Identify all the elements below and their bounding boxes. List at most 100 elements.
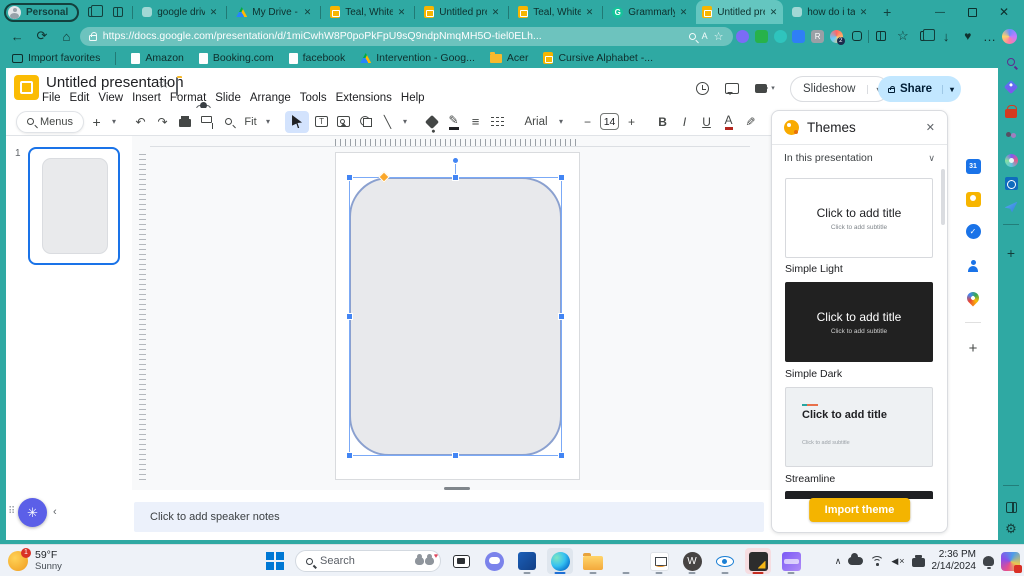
contacts-icon[interactable] — [965, 257, 981, 273]
volume-muted-icon[interactable]: ◀ × — [891, 556, 904, 567]
resize-handle-nw[interactable] — [346, 174, 353, 181]
resize-handle-se[interactable] — [558, 452, 565, 459]
comments-icon[interactable] — [722, 78, 742, 98]
notification-bell-icon[interactable] — [983, 556, 994, 569]
eye-app-button[interactable] — [712, 548, 738, 574]
taskbar-search[interactable]: Search ♥ — [295, 550, 441, 572]
favorites-icon[interactable]: ☆ — [893, 26, 913, 46]
new-tab-button[interactable]: + — [876, 2, 898, 22]
resize-handle-ne[interactable] — [558, 174, 565, 181]
version-history-icon[interactable] — [692, 78, 712, 98]
keep-icon[interactable] — [965, 191, 981, 207]
menu-extensions[interactable]: Extensions — [336, 92, 392, 104]
resize-handle-s[interactable] — [452, 452, 459, 459]
bookmark-amazon[interactable]: Amazon — [131, 52, 184, 64]
menu-file[interactable]: File — [42, 92, 61, 104]
insert-shape-button[interactable] — [356, 111, 375, 133]
tab-google-drive[interactable]: google drive - ✕ — [136, 0, 223, 24]
start-button[interactable] — [262, 548, 288, 574]
bookmark-facebook[interactable]: facebook — [288, 52, 345, 64]
home-icon[interactable]: ⌂ — [55, 26, 78, 46]
resize-handle-sw[interactable] — [346, 452, 353, 459]
address-bar[interactable]: https://docs.google.com/presentation/d/1… — [79, 26, 733, 46]
device-printer-icon[interactable] — [911, 554, 925, 567]
insert-image-button[interactable] — [334, 111, 353, 133]
bookmark-cursive-alphabet[interactable]: Cursive Alphabet -... — [543, 52, 653, 64]
slide-canvas[interactable] — [132, 136, 771, 490]
sidebar-drop-icon[interactable] — [1002, 198, 1020, 216]
decrease-font-button[interactable]: − — [578, 111, 597, 133]
workspaces-icon[interactable] — [82, 2, 104, 22]
read-aloud-icon[interactable]: A — [702, 31, 708, 41]
sidebar-basket-icon[interactable] — [1002, 103, 1020, 121]
window-close-button[interactable]: ✕ — [988, 0, 1020, 24]
zoom-dropdown-icon[interactable]: ▾ — [263, 111, 273, 133]
line-dropdown-icon[interactable]: ▾ — [400, 111, 410, 133]
sidebar-shopping-tag-icon[interactable] — [1002, 78, 1020, 96]
share-dropdown-icon[interactable]: ▾ — [941, 84, 961, 94]
speaker-notes-input[interactable]: Click to add speaker notes — [134, 502, 764, 532]
sidebar-outlook-icon[interactable] — [1002, 174, 1020, 192]
tab-close-icon[interactable]: ✕ — [680, 7, 688, 18]
text-box-button[interactable]: T — [312, 111, 331, 133]
extension-icon-r[interactable]: R — [809, 27, 826, 45]
theme-card-simple-light[interactable]: Click to add title Click to add subtitle — [785, 178, 933, 258]
import-favorites-button[interactable]: Import favorites — [12, 52, 100, 64]
bookmark-intervention[interactable]: Intervention - Goog... — [360, 52, 475, 64]
italic-button[interactable]: I — [675, 111, 694, 133]
theme-card-simple-dark[interactable]: Click to add title Click to add subtitle — [785, 282, 933, 362]
settings-more-icon[interactable]: … — [980, 26, 1000, 46]
back-icon[interactable]: ← — [6, 26, 29, 46]
tab-close-icon[interactable]: ✕ — [770, 7, 778, 18]
tab-untitled-1[interactable]: Untitled prese ✕ — [418, 0, 505, 24]
resize-handle-n[interactable] — [452, 174, 459, 181]
text-color-button[interactable]: A — [719, 111, 738, 133]
tab-grammarly[interactable]: G Grammarly ✕ — [606, 0, 693, 24]
slide-thumbnail-1[interactable] — [28, 147, 120, 265]
search-in-page-icon[interactable] — [688, 32, 696, 40]
add-slide-dropdown-icon[interactable]: ▾ — [109, 111, 119, 133]
resize-handle-e[interactable] — [558, 313, 565, 320]
downloads-icon[interactable]: ↓ — [936, 26, 956, 46]
sidebar-copilot-ring-icon[interactable] — [1002, 151, 1020, 169]
underline-button[interactable]: U — [697, 111, 716, 133]
purple-app-button[interactable] — [778, 548, 804, 574]
sidebar-people-icon[interactable] — [1002, 128, 1020, 146]
calendar-icon[interactable]: 31 — [965, 158, 981, 174]
split-screen-icon[interactable] — [871, 26, 891, 46]
undo-button[interactable]: ↶ — [131, 111, 150, 133]
copilot-icon[interactable] — [1001, 27, 1018, 45]
grammarly-button[interactable]: ✳ — [18, 498, 47, 527]
tab-close-icon[interactable]: ✕ — [586, 7, 594, 18]
add-slide-button[interactable]: + — [87, 111, 106, 133]
browser-essentials-icon[interactable]: ♥ — [958, 26, 978, 46]
edge-browser-button[interactable] — [547, 548, 573, 574]
sidebar-toggle-icon[interactable] — [1002, 498, 1020, 516]
share-button[interactable]: Share ▾ — [878, 76, 961, 102]
fill-color-button[interactable] — [422, 111, 441, 133]
slide-page[interactable] — [335, 152, 580, 480]
weather-widget[interactable]: 1 59°F Sunny — [8, 547, 62, 572]
sidebar-settings-gear-icon[interactable]: ⚙ — [1002, 520, 1020, 538]
tab-actions-icon[interactable] — [107, 2, 129, 22]
refresh-icon[interactable]: ⟳ — [31, 26, 54, 46]
chat-button[interactable] — [481, 548, 507, 574]
extensions-menu-icon[interactable] — [847, 26, 867, 46]
menu-edit[interactable]: Edit — [70, 92, 90, 104]
tab-teal-white-1[interactable]: Teal, White an ✕ — [324, 0, 411, 24]
extension-icon-4[interactable] — [791, 27, 808, 45]
paint-format-button[interactable] — [197, 111, 216, 133]
zoom-level[interactable]: Fit — [241, 111, 260, 133]
extension-icon-3[interactable] — [772, 27, 789, 45]
tab-close-icon[interactable]: ✕ — [398, 7, 406, 18]
bookmark-booking[interactable]: Booking.com — [198, 52, 274, 64]
border-dash-button[interactable] — [488, 111, 507, 133]
theme-card-streamline[interactable]: Click to add title Click to add subtitle — [785, 387, 933, 467]
border-color-button[interactable]: ✎ — [444, 111, 463, 133]
maps-icon[interactable] — [964, 289, 982, 307]
task-view-button[interactable] — [448, 548, 474, 574]
import-theme-button[interactable]: Import theme — [808, 498, 911, 522]
bookmark-acer-folder[interactable]: Acer — [489, 51, 528, 64]
tab-close-icon[interactable]: ✕ — [304, 7, 312, 18]
highlight-color-button[interactable]: ✎ — [741, 111, 760, 133]
